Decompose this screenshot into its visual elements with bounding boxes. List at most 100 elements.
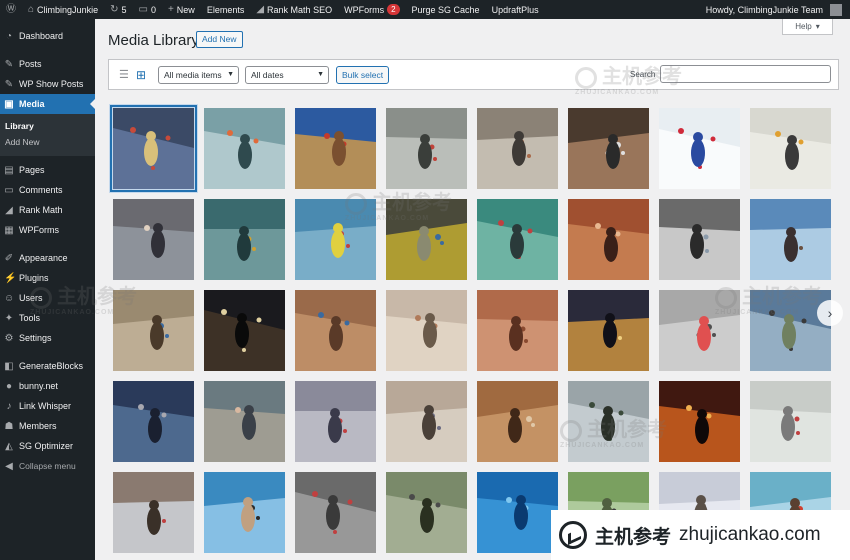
grid-view-icon[interactable]: ⊞ bbox=[136, 69, 148, 81]
search-input[interactable] bbox=[660, 65, 831, 83]
comments-count: 0 bbox=[150, 4, 156, 15]
media-thumbnail[interactable] bbox=[295, 381, 376, 462]
thumbnail-image bbox=[477, 199, 558, 280]
media-thumbnail[interactable] bbox=[568, 381, 649, 462]
chevron-down-icon: ▾ bbox=[815, 22, 820, 31]
sidebar-item-label: Media bbox=[19, 99, 45, 109]
sidebar-item-collapse-menu[interactable]: ◀ Collapse menu bbox=[0, 456, 95, 476]
submenu-library[interactable]: Library bbox=[0, 118, 95, 134]
media-thumbnail[interactable] bbox=[750, 199, 831, 280]
help-tab-button[interactable]: Help ▾ bbox=[782, 19, 833, 35]
media-thumbnail[interactable] bbox=[659, 199, 740, 280]
updates-icon: ↻ bbox=[110, 3, 119, 15]
media-thumbnail[interactable] bbox=[568, 199, 649, 280]
updraftplus-link[interactable]: UpdraftPlus bbox=[486, 0, 545, 19]
list-view-icon[interactable]: ☰ bbox=[119, 69, 131, 81]
thumbnail-image bbox=[750, 108, 831, 189]
wordpress-logo[interactable]: Ⓦ bbox=[0, 0, 22, 19]
sidebar-item-wpforms[interactable]: ▦ WPForms bbox=[0, 220, 95, 240]
media-thumbnail[interactable] bbox=[386, 199, 467, 280]
submenu-add-new[interactable]: Add New bbox=[0, 134, 95, 150]
media-thumbnail[interactable] bbox=[659, 381, 740, 462]
thumbnail-image bbox=[113, 472, 194, 553]
media-thumbnail[interactable] bbox=[659, 108, 740, 189]
chevron-right-icon[interactable]: › bbox=[817, 300, 843, 326]
sidebar-item-bunny-net[interactable]: ● bunny.net bbox=[0, 376, 95, 396]
sidebar-item-sg-optimizer[interactable]: ◭ SG Optimizer bbox=[0, 436, 95, 456]
media-type-filter[interactable]: All media items ▼ bbox=[158, 66, 239, 84]
media-thumbnail[interactable] bbox=[386, 381, 467, 462]
thumbnail-image bbox=[204, 472, 285, 553]
page-title: Media Library bbox=[108, 32, 199, 49]
media-thumbnail[interactable] bbox=[113, 381, 194, 462]
updates-count: 5 bbox=[121, 4, 127, 15]
media-thumbnail[interactable] bbox=[295, 472, 376, 553]
media-thumbnail[interactable] bbox=[295, 108, 376, 189]
comment-icon: ▭ bbox=[4, 184, 14, 196]
sidebar-item-link-whisper[interactable]: ♪ Link Whisper bbox=[0, 396, 95, 416]
media-thumbnail[interactable] bbox=[750, 290, 831, 371]
media-thumbnail[interactable] bbox=[204, 199, 285, 280]
account-menu[interactable]: Howdy, ClimbingJunkie Team bbox=[700, 0, 850, 19]
wpforms-link[interactable]: WPForms 2 bbox=[338, 0, 405, 19]
media-thumbnail[interactable] bbox=[386, 290, 467, 371]
media-thumbnail[interactable] bbox=[204, 472, 285, 553]
media-thumbnail[interactable] bbox=[295, 199, 376, 280]
sidebar-item-rank-math[interactable]: ◢ Rank Math bbox=[0, 200, 95, 220]
sidebar-item-media[interactable]: ▣ Media bbox=[0, 94, 95, 114]
dashboard-icon: ◔ bbox=[5, 30, 13, 42]
new-content-link[interactable]: + New bbox=[162, 0, 201, 19]
bulk-select-button[interactable]: Bulk select bbox=[336, 66, 390, 84]
media-thumbnail[interactable] bbox=[204, 290, 285, 371]
sidebar-item-label: Link Whisper bbox=[19, 401, 72, 411]
date-filter[interactable]: All dates ▼ bbox=[245, 66, 329, 84]
media-thumbnail[interactable] bbox=[568, 108, 649, 189]
updates-link[interactable]: ↻ 5 bbox=[104, 0, 132, 19]
sidebar-item-appearance[interactable]: ✐ Appearance bbox=[0, 248, 95, 268]
sidebar-item-wp-show-posts[interactable]: ✎ WP Show Posts bbox=[0, 74, 95, 94]
media-thumbnail[interactable] bbox=[386, 472, 467, 553]
media-thumbnail[interactable] bbox=[750, 381, 831, 462]
media-thumbnail[interactable] bbox=[477, 290, 558, 371]
purge-cache-link[interactable]: Purge SG Cache bbox=[406, 0, 486, 19]
media-thumbnail[interactable] bbox=[204, 108, 285, 189]
sidebar-item-dashboard[interactable]: ◔ Dashboard bbox=[0, 26, 95, 46]
media-thumbnail[interactable] bbox=[386, 108, 467, 189]
media-thumbnail[interactable] bbox=[113, 472, 194, 553]
media-thumbnail[interactable] bbox=[477, 472, 558, 553]
site-name-link[interactable]: ⌂ ClimbingJunkie bbox=[22, 0, 104, 19]
media-thumbnail[interactable] bbox=[750, 108, 831, 189]
media-type-filter-value: All media items bbox=[164, 70, 222, 80]
sidebar-item-plugins[interactable]: ⚡ Plugins bbox=[0, 268, 95, 288]
rankmath-link[interactable]: ◢ Rank Math SEO bbox=[250, 0, 338, 19]
sidebar-item-users[interactable]: ☺ Users bbox=[0, 288, 95, 308]
media-thumbnail[interactable] bbox=[204, 381, 285, 462]
plus-icon: + bbox=[167, 3, 174, 15]
media-thumbnail[interactable] bbox=[295, 290, 376, 371]
sidebar-item-members[interactable]: ☗ Members bbox=[0, 416, 95, 436]
thumbnail-image bbox=[386, 472, 467, 553]
media-thumbnail[interactable] bbox=[477, 108, 558, 189]
sidebar-item-pages[interactable]: ▤ Pages bbox=[0, 160, 95, 180]
elements-link[interactable]: Elements bbox=[201, 0, 251, 19]
add-new-button[interactable]: Add New bbox=[196, 31, 243, 48]
sidebar-item-tools[interactable]: ✦ Tools bbox=[0, 308, 95, 328]
media-thumbnail[interactable] bbox=[568, 290, 649, 371]
media-thumbnail[interactable] bbox=[113, 199, 194, 280]
comments-link[interactable]: ▭ 0 bbox=[132, 0, 161, 19]
watermark-banner: 主机参考 zhujicankao.com bbox=[551, 510, 850, 560]
sidebar-item-generateblocks[interactable]: ◧ GenerateBlocks bbox=[0, 356, 95, 376]
sidebar-item-posts[interactable]: ✎ Posts bbox=[0, 54, 95, 74]
media-thumbnail[interactable] bbox=[113, 290, 194, 371]
media-thumbnail[interactable] bbox=[110, 105, 197, 192]
sidebar-item-label: Collapse menu bbox=[19, 461, 76, 471]
media-thumbnail[interactable] bbox=[477, 381, 558, 462]
sidebar-item-label: WP Show Posts bbox=[19, 79, 84, 89]
media-thumbnail[interactable] bbox=[659, 290, 740, 371]
thumbnail-image bbox=[295, 199, 376, 280]
updraft-label: UpdraftPlus bbox=[491, 4, 539, 15]
media-thumbnail[interactable] bbox=[477, 199, 558, 280]
sidebar-item-settings[interactable]: ⚙ Settings bbox=[0, 328, 95, 348]
sidebar-item-comments[interactable]: ▭ Comments bbox=[0, 180, 95, 200]
thumbnail-image bbox=[204, 199, 285, 280]
